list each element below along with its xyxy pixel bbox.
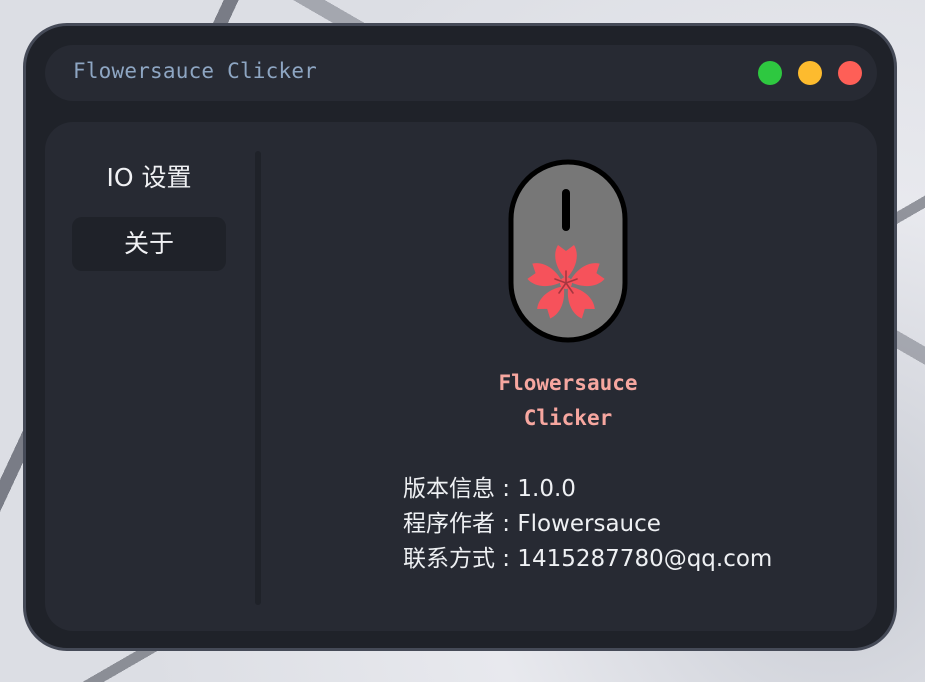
author-value: Flowersauce: [517, 511, 661, 537]
window-title: Flowersauce Clicker: [73, 59, 318, 83]
maximize-button[interactable]: [758, 61, 782, 85]
minimize-button[interactable]: [798, 61, 822, 85]
title-bar[interactable]: Flowersauce Clicker: [45, 45, 877, 101]
contact-value[interactable]: 1415287780@qq.com: [517, 546, 772, 572]
main-panel: IO 设置 关于 Flowersauce Clicker 版本信息: 1.0.…: [45, 122, 877, 631]
version-row: 版本信息 : 1.0.0: [403, 476, 576, 502]
contact-label: 联系方式: [403, 546, 495, 572]
app-name-line1: Flowersauce: [498, 371, 638, 395]
sidebar-item-io-settings[interactable]: IO 设置: [72, 151, 226, 205]
author-row: 程序作者 : Flowersauce: [403, 511, 661, 537]
sidebar-divider: [255, 151, 261, 605]
version-value: 1.0.0: [517, 476, 576, 502]
app-window: Flowersauce Clicker IO 设置 关于 Flowersauce…: [23, 23, 897, 651]
app-name: Flowersauce Clicker: [453, 366, 683, 436]
about-info: 版本信息 : 1.0.0 程序作者 : Flowersauce 联系方式 : 1…: [403, 472, 772, 577]
version-label: 版本信息: [403, 476, 495, 502]
app-name-line2: Clicker: [523, 406, 613, 430]
sakura-mouse-icon: [508, 159, 628, 343]
contact-row: 联系方式 : 1415287780@qq.com: [403, 546, 773, 572]
sidebar-item-about[interactable]: 关于: [72, 217, 226, 271]
close-button[interactable]: [838, 61, 862, 85]
author-label: 程序作者: [403, 511, 495, 537]
